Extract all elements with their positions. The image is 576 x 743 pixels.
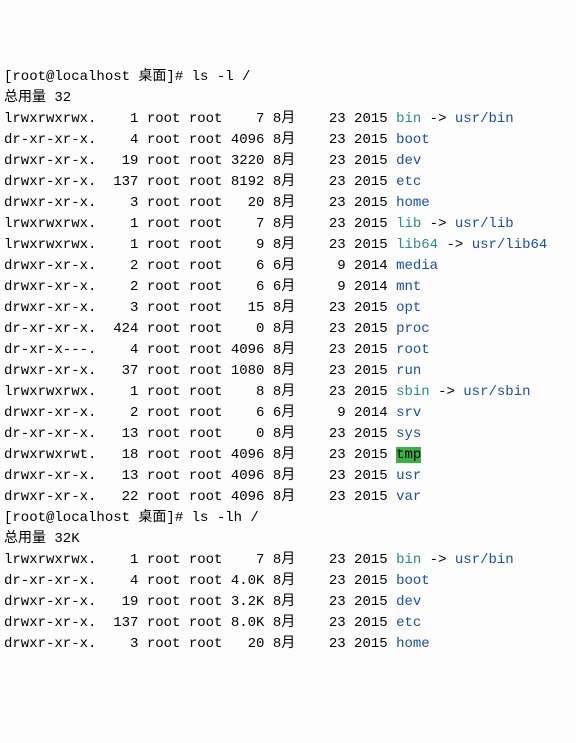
fs-entry: boot (396, 132, 430, 148)
ls-row: dr-xr-xr-x. 4 root root 4.0K 8月 23 2015 … (4, 571, 576, 592)
ls-row: drwxr-xr-x. 19 root root 3.2K 8月 23 2015… (4, 592, 576, 613)
ls-row: dr-xr-xr-x. 13 root root 0 8月 23 2015 sy… (4, 424, 576, 445)
symlink-arrow: -> (430, 384, 464, 400)
ls-row: drwxr-xr-x. 2 root root 6 6月 9 2014 mnt (4, 277, 576, 298)
fs-entry: proc (396, 321, 430, 337)
fs-entry: dev (396, 594, 421, 610)
symlink-target: usr/sbin (463, 384, 530, 400)
symlink-arrow: -> (421, 216, 455, 232)
ls-row: drwxr-xr-x. 137 root root 8.0K 8月 23 201… (4, 613, 576, 634)
fs-entry: bin (396, 552, 421, 568)
symlink-target: usr/lib (455, 216, 514, 232)
fs-entry: tmp (396, 447, 421, 463)
total-line: 总用量 32 (4, 88, 576, 109)
ls-row: drwxr-xr-x. 2 root root 6 6月 9 2014 srv (4, 403, 576, 424)
fs-entry: var (396, 489, 421, 505)
ls-row: lrwxrwxrwx. 1 root root 9 8月 23 2015 lib… (4, 235, 576, 256)
ls-row: dr-xr-xr-x. 4 root root 4096 8月 23 2015 … (4, 130, 576, 151)
symlink-arrow: -> (421, 552, 455, 568)
ls-row: drwxr-xr-x. 13 root root 4096 8月 23 2015… (4, 466, 576, 487)
ls-row: drwxr-xr-x. 22 root root 4096 8月 23 2015… (4, 487, 576, 508)
ls-row: drwxr-xr-x. 3 root root 15 8月 23 2015 op… (4, 298, 576, 319)
fs-entry: etc (396, 174, 421, 190)
fs-entry: sbin (396, 384, 430, 400)
prompt-line: [root@localhost 桌面]# ls -l / (4, 67, 576, 88)
ls-row: drwxrwxrwt. 18 root root 4096 8月 23 2015… (4, 445, 576, 466)
ls-row: lrwxrwxrwx. 1 root root 7 8月 23 2015 lib… (4, 214, 576, 235)
ls-row: lrwxrwxrwx. 1 root root 7 8月 23 2015 bin… (4, 550, 576, 571)
fs-entry: lib64 (396, 237, 438, 253)
fs-entry: sys (396, 426, 421, 442)
fs-entry: usr (396, 468, 421, 484)
fs-entry: srv (396, 405, 421, 421)
terminal-output: [root@localhost 桌面]# ls -l /总用量 32lrwxrw… (4, 67, 576, 655)
ls-row: lrwxrwxrwx. 1 root root 8 8月 23 2015 sbi… (4, 382, 576, 403)
ls-row: dr-xr-xr-x. 424 root root 0 8月 23 2015 p… (4, 319, 576, 340)
fs-entry: dev (396, 153, 421, 169)
fs-entry: boot (396, 573, 430, 589)
symlink-target: usr/bin (455, 552, 514, 568)
fs-entry: mnt (396, 279, 421, 295)
fs-entry: home (396, 195, 430, 211)
fs-entry: lib (396, 216, 421, 232)
fs-entry: root (396, 342, 430, 358)
ls-row: drwxr-xr-x. 37 root root 1080 8月 23 2015… (4, 361, 576, 382)
symlink-arrow: -> (421, 111, 455, 127)
symlink-target: usr/bin (455, 111, 514, 127)
ls-row: lrwxrwxrwx. 1 root root 7 8月 23 2015 bin… (4, 109, 576, 130)
ls-row: drwxr-xr-x. 3 root root 20 8月 23 2015 ho… (4, 193, 576, 214)
ls-row: drwxr-xr-x. 137 root root 8192 8月 23 201… (4, 172, 576, 193)
prompt-line: [root@localhost 桌面]# ls -lh / (4, 508, 576, 529)
ls-row: drwxr-xr-x. 19 root root 3220 8月 23 2015… (4, 151, 576, 172)
fs-entry: bin (396, 111, 421, 127)
fs-entry: run (396, 363, 421, 379)
fs-entry: opt (396, 300, 421, 316)
symlink-arrow: -> (438, 237, 472, 253)
ls-row: dr-xr-x---. 4 root root 4096 8月 23 2015 … (4, 340, 576, 361)
ls-row: drwxr-xr-x. 2 root root 6 6月 9 2014 medi… (4, 256, 576, 277)
symlink-target: usr/lib64 (472, 237, 548, 253)
ls-row: drwxr-xr-x. 3 root root 20 8月 23 2015 ho… (4, 634, 576, 655)
fs-entry: etc (396, 615, 421, 631)
fs-entry: media (396, 258, 438, 274)
total-line: 总用量 32K (4, 529, 576, 550)
fs-entry: home (396, 636, 430, 652)
